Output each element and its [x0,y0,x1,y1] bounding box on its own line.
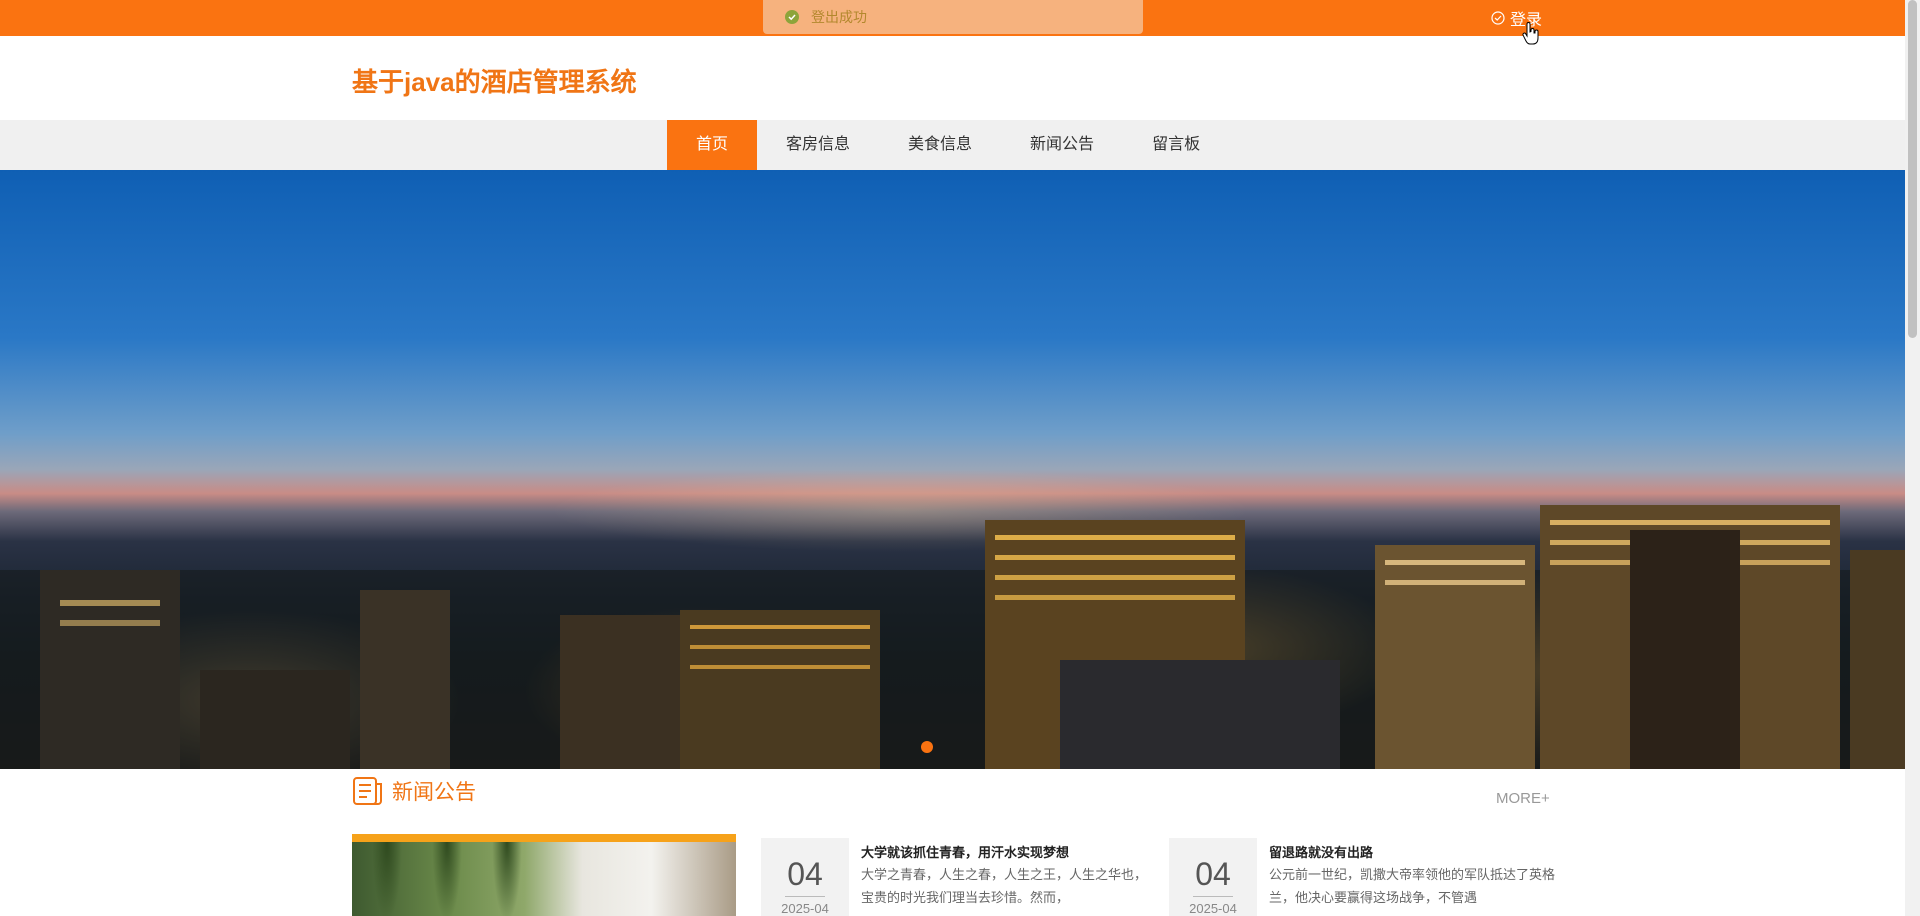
news-section-title: 新闻公告 [392,781,476,804]
site-title: 基于java的酒店管理系统 [352,67,637,97]
nav-item-food[interactable]: 美食信息 [879,120,1001,170]
news-date-day: 04 [1195,856,1231,892]
nav-item-home[interactable]: 首页 [667,120,758,170]
check-circle-icon [1491,11,1505,25]
news-item[interactable]: 04 2025-04 留退路就没有出路 公元前一世纪，凯撒大帝率领他的军队抵达了… [1169,838,1559,916]
news-document-icon [353,777,382,805]
nav-item-message-board[interactable]: 留言板 [1123,120,1229,170]
news-description: 公元前一世纪，凯撒大帝率领他的军队抵达了英格兰，他决心要赢得这场战争，不管遇 [1269,867,1556,905]
nav-item-rooms[interactable]: 客房信息 [757,120,879,170]
carousel-indicator-dot[interactable] [921,741,933,753]
site-header: 基于java的酒店管理系统 [0,36,1905,120]
news-date-month: 2025-04 [781,901,829,916]
news-description: 大学之青春，人生之春，人生之王，人生之华也，宝贵的时光我们理当去珍惜。然而， [861,867,1148,905]
news-item[interactable]: 04 2025-04 大学就该抓住青春，用汗水实现梦想 大学之青春，人生之春，人… [761,838,1151,916]
scrollbar-thumb[interactable] [1908,0,1917,338]
toast-text: 登出成功 [811,9,867,25]
news-date: 04 2025-04 [761,838,849,916]
hero-banner-image [0,170,1905,769]
hand-pointer-cursor-icon [1522,22,1539,45]
news-thumbnail-image[interactable] [352,834,736,916]
toast-message: 登出成功 [763,0,1143,34]
success-check-icon [785,10,799,24]
nav-item-news[interactable]: 新闻公告 [1001,120,1123,170]
news-section-header: 新闻公告 [352,776,476,806]
more-link[interactable]: MORE+ [1496,790,1550,807]
city-skyline [0,505,1905,769]
news-date: 04 2025-04 [1169,838,1257,916]
news-date-month: 2025-04 [1189,901,1237,916]
news-date-day: 04 [787,856,823,892]
news-title[interactable]: 大学就该抓住青春，用汗水实现梦想 [861,842,1151,861]
main-nav: 首页 客房信息 美食信息 新闻公告 留言板 [0,120,1905,170]
news-title[interactable]: 留退路就没有出路 [1269,842,1559,861]
